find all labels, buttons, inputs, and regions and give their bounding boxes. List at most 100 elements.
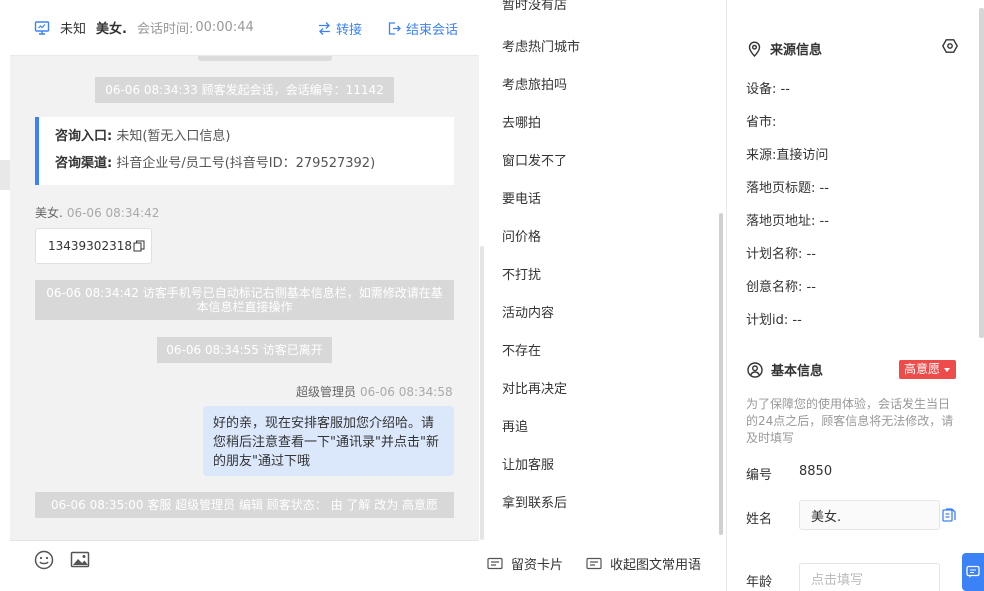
customer-id-value: 8850 xyxy=(799,464,833,479)
system-message-visitor-left: 06-06 08:34:55 访客已离开 xyxy=(157,337,332,363)
consult-info-card: 咨询入口: 未知(暂无入口信息) 咨询渠道: 抖音企业号/员工号(抖音号ID：2… xyxy=(35,117,454,185)
consult-channel-row: 咨询渠道: 抖音企业号/员工号(抖音号ID：279527392) xyxy=(55,154,454,174)
session-time-label: 会话时间: xyxy=(136,22,194,37)
lead-card-button[interactable]: 留资卡片 xyxy=(487,554,563,573)
origin-value: 直接访问 xyxy=(776,148,829,163)
collapse-phrases-button[interactable]: 收起图文常用语 xyxy=(586,554,701,573)
creative-name-label: 创意名称: xyxy=(746,280,803,295)
landing-url-value: -- xyxy=(819,214,829,229)
quick-phrase-item[interactable]: 让加客服 xyxy=(502,454,554,473)
quick-phrase-item[interactable]: 考虑热门城市 xyxy=(502,36,580,55)
caret-down-icon xyxy=(944,367,951,372)
message-icon xyxy=(586,557,602,569)
info-scrollbar[interactable] xyxy=(979,8,984,338)
chat-bubble-icon xyxy=(966,565,980,578)
end-session-label: 结束会话 xyxy=(406,23,459,38)
quick-phrase-list: 暂时没有店 考虑热门城市 考虑旅拍吗 去哪拍 窗口发不了 要电话 问价格 不打扰… xyxy=(486,0,726,540)
previous-message-stub xyxy=(198,56,332,61)
transfer-label: 转接 xyxy=(336,23,363,38)
lead-card-label: 留资卡片 xyxy=(511,558,564,573)
exit-icon xyxy=(388,22,401,35)
quick-phrase-item[interactable]: 再追 xyxy=(502,416,528,435)
basic-info-header: 基本信息 xyxy=(747,360,823,379)
quick-phrase-item[interactable]: 拿到联系后 xyxy=(502,492,567,511)
landing-title-row: 落地页标题: -- xyxy=(746,177,829,196)
visitor-status: 未知 xyxy=(60,22,87,37)
copy-icon[interactable] xyxy=(942,508,956,522)
agent-message-time: 06-06 08:34:58 xyxy=(360,385,453,399)
quick-phrase-item[interactable]: 要电话 xyxy=(502,188,541,207)
consult-entry-row: 咨询入口: 未知(暂无入口信息) xyxy=(55,127,454,147)
card-icon xyxy=(487,557,503,569)
transfer-button[interactable]: 转接 xyxy=(317,19,362,38)
phrase-scrollbar[interactable] xyxy=(719,213,723,535)
source-info-header: 来源信息 xyxy=(747,39,822,58)
session-time-value: 00:00:44 xyxy=(195,20,254,35)
copy-icon[interactable] xyxy=(133,240,145,252)
transfer-icon xyxy=(319,22,330,35)
source-info-title: 来源信息 xyxy=(770,43,823,58)
creative-name-value: -- xyxy=(806,280,816,295)
agent-sender-line: 超级管理员 06-06 08:34:58 xyxy=(296,383,453,400)
consult-entry-value: 未知(暂无入口信息) xyxy=(116,129,231,144)
quick-phrase-item[interactable]: 不打扰 xyxy=(502,264,541,283)
plan-name-label: 计划名称: xyxy=(746,247,803,262)
location-pin-icon xyxy=(748,40,761,57)
visitor-sender-line: 美女. 06-06 08:34:42 xyxy=(35,204,159,221)
intent-level-dropdown[interactable]: 高意愿 xyxy=(899,360,957,379)
collapse-phrases-label: 收起图文常用语 xyxy=(610,558,702,573)
chat-workspace: 未知 美女. 会话时间: 00:00:44 转接 结束会话 06-06 08:3… xyxy=(0,0,984,591)
landing-url-row: 落地页地址: -- xyxy=(746,210,829,229)
consult-entry-label: 咨询入口: xyxy=(55,129,113,144)
visitor-name: 美女. xyxy=(96,22,127,37)
name-field[interactable]: 美女. xyxy=(799,500,940,530)
landing-title-label: 落地页标题: xyxy=(746,181,816,196)
creative-name-row: 创意名称: -- xyxy=(746,276,816,295)
chat-header: 未知 美女. 会话时间: 00:00:44 转接 结束会话 xyxy=(10,0,479,56)
visitor-phone-message: 13439302318 xyxy=(35,228,152,264)
customer-info-panel: 来源信息 设备: -- 省市: 来源:直接访问 落地页标题: -- 落地页地址:… xyxy=(727,0,984,591)
agent-sender-name: 超级管理员 xyxy=(296,385,357,399)
name-label: 姓名 xyxy=(746,512,773,527)
system-message-session-start: 06-06 08:34:33 顾客发起会话，会话编号：11142 xyxy=(95,77,394,103)
floating-chat-button[interactable] xyxy=(962,553,984,591)
settings-hexagon-icon[interactable] xyxy=(942,38,958,54)
quick-phrase-item[interactable]: 对比再决定 xyxy=(502,378,567,397)
emoji-icon[interactable] xyxy=(34,550,54,570)
quick-phrase-item[interactable]: 去哪拍 xyxy=(502,112,541,131)
age-input[interactable]: 点击填写 xyxy=(799,563,940,591)
chat-panel: 未知 美女. 会话时间: 00:00:44 转接 结束会话 06-06 08:3… xyxy=(10,0,479,591)
quick-phrase-item[interactable]: 不存在 xyxy=(502,340,541,359)
quick-phrase-item[interactable]: 活动内容 xyxy=(502,302,554,321)
quick-phrase-item[interactable]: 考虑旅拍吗 xyxy=(502,74,567,93)
user-circle-icon xyxy=(747,361,763,378)
monitor-icon xyxy=(34,20,50,36)
consult-channel-label: 咨询渠道: xyxy=(55,156,113,171)
plan-id-value: -- xyxy=(792,313,802,328)
region-label: 省市: xyxy=(746,115,777,130)
chat-scrollbar[interactable] xyxy=(480,246,484,540)
quick-phrase-item[interactable]: 暂时没有店 xyxy=(502,0,567,13)
consult-channel-value: 抖音企业号/员工号(抖音号ID：279527392) xyxy=(116,156,376,171)
intent-level-label: 高意愿 xyxy=(904,362,941,376)
system-message-phone-marked: 06-06 08:34:42 访客手机号已自动标记右侧基本信息栏，如需修改请在基… xyxy=(35,280,454,320)
end-session-button[interactable]: 结束会话 xyxy=(387,19,458,38)
origin-label: 来源: xyxy=(746,148,777,163)
device-label: 设备: xyxy=(746,82,777,97)
plan-name-row: 计划名称: -- xyxy=(746,243,816,262)
chat-input-toolbar xyxy=(10,540,479,591)
source-region-row: 省市: xyxy=(746,111,776,130)
collapsed-panel-tab[interactable] xyxy=(0,160,10,190)
quick-phrase-item[interactable]: 问价格 xyxy=(502,226,541,245)
basic-info-title: 基本信息 xyxy=(771,364,824,379)
landing-title-value: -- xyxy=(819,181,829,196)
customer-id-label: 编号 xyxy=(746,468,773,483)
plan-name-value: -- xyxy=(806,247,816,262)
plan-id-row: 计划id: -- xyxy=(746,309,802,328)
source-origin-row: 来源:直接访问 xyxy=(746,144,828,163)
quick-phrase-item[interactable]: 窗口发不了 xyxy=(502,150,567,169)
edit-deadline-notice: 为了保障您的使用体验，会话发生当日的24点之后，顾客信息将无法修改，请及时填写 xyxy=(746,397,954,445)
landing-url-label: 落地页地址: xyxy=(746,214,816,229)
device-value: -- xyxy=(780,82,790,97)
image-icon[interactable] xyxy=(70,550,90,570)
